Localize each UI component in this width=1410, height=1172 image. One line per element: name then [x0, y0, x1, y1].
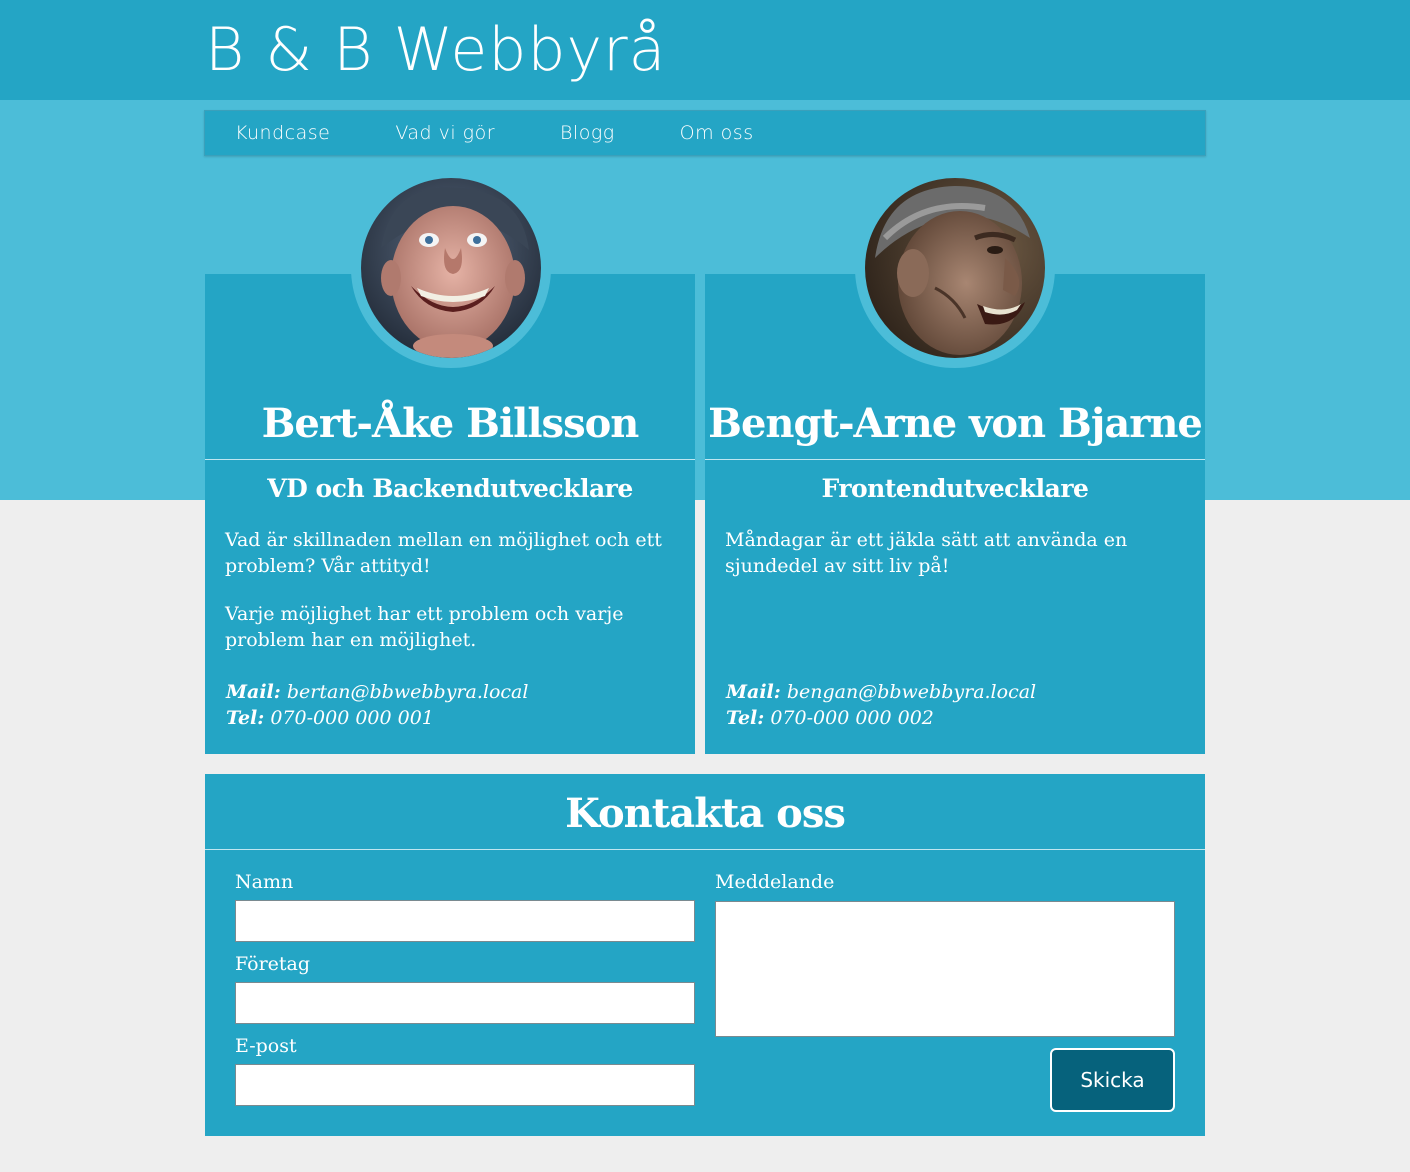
- avatar-photo-icon: [865, 178, 1045, 358]
- bio-paragraph: Måndagar är ett jäkla sätt att använda e…: [725, 529, 1128, 577]
- person-name: Bengt-Arne von Bjarne: [708, 400, 1203, 447]
- avatar-frame: [855, 178, 1055, 368]
- contact-title: Kontakta oss: [565, 790, 846, 837]
- tel-label: Tel:: [226, 707, 265, 729]
- mail-link[interactable]: bertan@bbwebbyra.local: [287, 681, 529, 703]
- main-nav: Kundcase Vad vi gör Blogg Om oss: [204, 110, 1206, 156]
- contact-form: Kontakta oss Namn Företag E-post Meddela…: [205, 774, 1205, 1136]
- person-name: Bert-Åke Billsson: [261, 400, 640, 447]
- name-input[interactable]: [235, 900, 695, 942]
- mail-label: Mail:: [726, 681, 781, 703]
- mail-label: Mail:: [226, 681, 281, 703]
- message-textarea[interactable]: [715, 901, 1175, 1037]
- person-role: VD och Backendutvecklare: [267, 474, 633, 503]
- person-card-bert: Bert-Åke Billsson VD och Backendutveckla…: [205, 178, 695, 754]
- divider: [205, 849, 1205, 850]
- tel-label: Tel:: [726, 707, 765, 729]
- company-input[interactable]: [235, 982, 695, 1024]
- nav-item-om-oss[interactable]: Om oss: [680, 122, 754, 144]
- tel-line: Tel: 070-000 000 002: [726, 705, 1186, 731]
- send-button[interactable]: Skicka: [1050, 1048, 1175, 1112]
- avatar-bengt: [865, 178, 1045, 358]
- company-label: Företag: [235, 953, 311, 975]
- person-contact: Mail: bengan@bbwebbyra.local Tel: 070-00…: [726, 679, 1186, 731]
- nav-item-blogg[interactable]: Blogg: [560, 122, 615, 144]
- person-role: Frontendutvecklare: [821, 474, 1089, 503]
- nav-item-vad-vi-gor[interactable]: Vad vi gör: [395, 122, 495, 144]
- site-header: B & B Webbyrå: [0, 0, 1410, 100]
- mail-link[interactable]: bengan@bbwebbyra.local: [787, 681, 1036, 703]
- avatar-frame: [351, 178, 551, 368]
- email-input[interactable]: [235, 1064, 695, 1106]
- email-label: E-post: [235, 1035, 297, 1057]
- person-bio: Vad är skillnaden mellan en möjlighet oc…: [225, 527, 680, 675]
- tel-value: 070-000 000 001: [270, 707, 434, 729]
- name-label: Namn: [235, 871, 294, 893]
- avatar-bert: [361, 178, 541, 358]
- tel-line: Tel: 070-000 000 001: [226, 705, 686, 731]
- divider: [205, 459, 695, 460]
- person-bio: Måndagar är ett jäkla sätt att använda e…: [725, 527, 1180, 601]
- tel-value: 070-000 000 002: [770, 707, 934, 729]
- nav-item-kundcase[interactable]: Kundcase: [235, 122, 330, 144]
- bio-paragraph: Vad är skillnaden mellan en möjlighet oc…: [225, 529, 662, 577]
- person-card-bengt: Bengt-Arne von Bjarne Frontendutvecklare…: [705, 178, 1205, 754]
- avatar-photo-icon: [361, 178, 541, 358]
- mail-line: Mail: bertan@bbwebbyra.local: [226, 679, 686, 705]
- mail-line: Mail: bengan@bbwebbyra.local: [726, 679, 1186, 705]
- divider: [705, 459, 1205, 460]
- site-title[interactable]: B & B Webbyrå: [205, 14, 666, 86]
- bio-paragraph: Varje möjlighet har ett problem och varj…: [225, 603, 624, 651]
- message-label: Meddelande: [715, 871, 835, 893]
- person-contact: Mail: bertan@bbwebbyra.local Tel: 070-00…: [226, 679, 686, 731]
